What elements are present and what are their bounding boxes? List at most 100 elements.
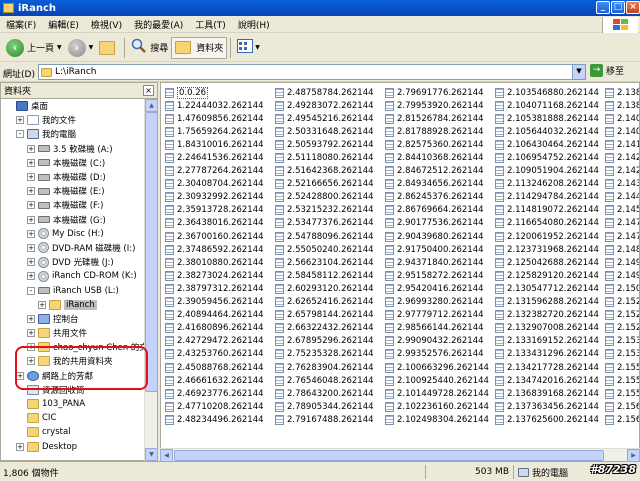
tree-item[interactable]: + My Disc (H:) [1, 227, 146, 241]
tree-item[interactable]: - 我的電腦 [1, 127, 146, 141]
tree-vertical-scrollbar[interactable]: ▲ ▼ [144, 99, 158, 461]
file-item[interactable]: 2.147 [605, 217, 639, 230]
views-button[interactable]: ▼ [234, 37, 263, 59]
file-item[interactable]: 2.76546048.262144 [275, 374, 385, 387]
expand-icon[interactable]: + [27, 173, 35, 182]
menu-item[interactable]: 檔案(F) [0, 18, 42, 31]
expand-icon[interactable]: + [27, 258, 35, 267]
file-item[interactable]: 2.138 [605, 99, 639, 112]
expand-icon[interactable]: + [27, 187, 35, 196]
file-item[interactable]: 2.155 [605, 387, 639, 400]
file-item[interactable]: 2.138 [605, 86, 639, 99]
file-item[interactable]: 2.52428800.262144 [275, 191, 385, 204]
file-item[interactable]: 2.149 [605, 269, 639, 282]
file-item[interactable]: 2.84934656.262144 [385, 178, 495, 191]
tree-item[interactable]: + 我的文件 [1, 113, 146, 127]
tree-item[interactable]: + chao_chyun Chen 的文件 [1, 340, 146, 354]
tree-item[interactable]: + 本機磁碟 (C:) [1, 156, 146, 170]
search-button[interactable]: 搜尋 [128, 37, 171, 59]
file-item[interactable]: 2.133431296.262144 [495, 348, 605, 361]
file-item[interactable]: 2.78643200.262144 [275, 387, 385, 400]
file-item[interactable]: 2.155 [605, 361, 639, 374]
file-item[interactable]: 2.86769664.262144 [385, 204, 495, 217]
file-item[interactable]: 2.36438016.262144 [165, 217, 275, 230]
file-item[interactable]: 2.66322432.262144 [275, 322, 385, 335]
expand-icon[interactable]: + [27, 243, 35, 252]
file-item[interactable]: 0.0.26 [165, 86, 275, 99]
file-item[interactable]: 2.99090432.262144 [385, 335, 495, 348]
file-item[interactable]: 2.65798144.262144 [275, 309, 385, 322]
collapse-icon[interactable]: - [16, 130, 24, 139]
file-item[interactable]: 2.97779712.262144 [385, 309, 495, 322]
tree-item[interactable]: + iRanch [1, 298, 146, 312]
file-item[interactable]: 2.84672512.262144 [385, 165, 495, 178]
file-item[interactable]: 2.78905344.262144 [275, 400, 385, 413]
chevron-down-icon[interactable]: ▼ [57, 44, 62, 51]
file-item[interactable]: 2.47710208.262144 [165, 400, 275, 413]
file-item[interactable]: 2.90177536.262144 [385, 217, 495, 230]
file-item[interactable]: 1.47609856.262144 [165, 112, 275, 125]
expand-icon[interactable]: + [16, 371, 24, 380]
file-item[interactable]: 2.144 [605, 191, 639, 204]
expand-icon[interactable]: + [27, 357, 35, 366]
file-item[interactable]: 2.134217728.262144 [495, 361, 605, 374]
file-item[interactable]: 2.42729472.262144 [165, 335, 275, 348]
tree-item[interactable]: + DVD 光碟機 (J:) [1, 255, 146, 269]
file-item[interactable]: 2.58458112.262144 [275, 269, 385, 282]
address-dropdown-button[interactable]: ▼ [572, 65, 585, 79]
file-item[interactable]: 2.105381888.262144 [495, 112, 605, 125]
file-item[interactable]: 2.60293120.262144 [275, 282, 385, 295]
tree-item[interactable]: 桌面 [1, 99, 146, 113]
file-item[interactable]: 2.81526784.262144 [385, 112, 495, 125]
file-item[interactable]: 2.100925440.262144 [385, 374, 495, 387]
file-item[interactable]: 1.22444032.262144 [165, 99, 275, 112]
tree-item[interactable]: + 我的共用資料夾 [1, 354, 146, 368]
file-item[interactable]: 2.114819072.262144 [495, 204, 605, 217]
file-item[interactable]: 2.134742016.262144 [495, 374, 605, 387]
file-item[interactable]: 2.67895296.262144 [275, 335, 385, 348]
expand-icon[interactable]: + [38, 300, 46, 309]
file-item[interactable]: 2.155 [605, 374, 639, 387]
file-item[interactable]: 2.142 [605, 165, 639, 178]
file-item[interactable]: 2.147 [605, 230, 639, 243]
file-item[interactable]: 2.114294784.262144 [495, 191, 605, 204]
expand-icon[interactable]: + [27, 343, 35, 352]
file-horizontal-scrollbar[interactable]: ◀ ▶ [160, 448, 640, 462]
file-item[interactable]: 2.109051904.262144 [495, 165, 605, 178]
file-item[interactable]: 2.133169152.262144 [495, 335, 605, 348]
file-item[interactable]: 2.113246208.262144 [495, 178, 605, 191]
address-input[interactable]: L:\iRanch ▼ [38, 64, 586, 80]
file-item[interactable]: 2.123731968.262144 [495, 243, 605, 256]
file-item[interactable]: 2.90439680.262144 [385, 230, 495, 243]
file-item[interactable]: 2.30408704.262144 [165, 178, 275, 191]
file-item[interactable]: 1.75659264.262144 [165, 125, 275, 138]
file-item[interactable]: 2.62652416.262144 [275, 296, 385, 309]
file-item[interactable]: 2.140 [605, 112, 639, 125]
scroll-up-button[interactable]: ▲ [145, 99, 158, 112]
file-item[interactable]: 2.76283904.262144 [275, 361, 385, 374]
file-item[interactable]: 2.50593792.262144 [275, 138, 385, 151]
file-item[interactable]: 2.95420416.262144 [385, 282, 495, 295]
tree-item[interactable]: + iRanch CD-ROM (K:) [1, 269, 146, 283]
file-item[interactable]: 2.40894464.262144 [165, 309, 275, 322]
tree-item[interactable]: + 本機磁碟 (F:) [1, 198, 146, 212]
minimize-button[interactable]: _ [596, 1, 610, 14]
file-item[interactable]: 2.86245376.262144 [385, 191, 495, 204]
file-item[interactable]: 2.101449728.262144 [385, 387, 495, 400]
tree-item[interactable]: + DVD-RAM 磁碟機 (I:) [1, 241, 146, 255]
file-item[interactable]: 2.52166656.262144 [275, 178, 385, 191]
file-item[interactable]: 2.152 [605, 309, 639, 322]
file-item[interactable]: 2.46923776.262144 [165, 387, 275, 400]
menu-item[interactable]: 檢視(V) [85, 18, 128, 31]
file-item[interactable]: 2.102236160.262144 [385, 400, 495, 413]
file-item[interactable]: 2.137625600.262144 [495, 413, 605, 426]
scroll-down-button[interactable]: ▼ [145, 448, 158, 461]
forward-button[interactable]: › ▼ [65, 37, 97, 59]
file-item[interactable]: 2.102498304.262144 [385, 413, 495, 426]
file-item[interactable]: 2.103546880.262144 [495, 86, 605, 99]
file-item[interactable]: 2.142 [605, 151, 639, 164]
file-item[interactable]: 2.55050240.262144 [275, 243, 385, 256]
tree-item[interactable]: 資源回收筒 [1, 383, 146, 397]
file-item[interactable]: 2.132907008.262144 [495, 322, 605, 335]
file-item[interactable]: 2.156 [605, 400, 639, 413]
